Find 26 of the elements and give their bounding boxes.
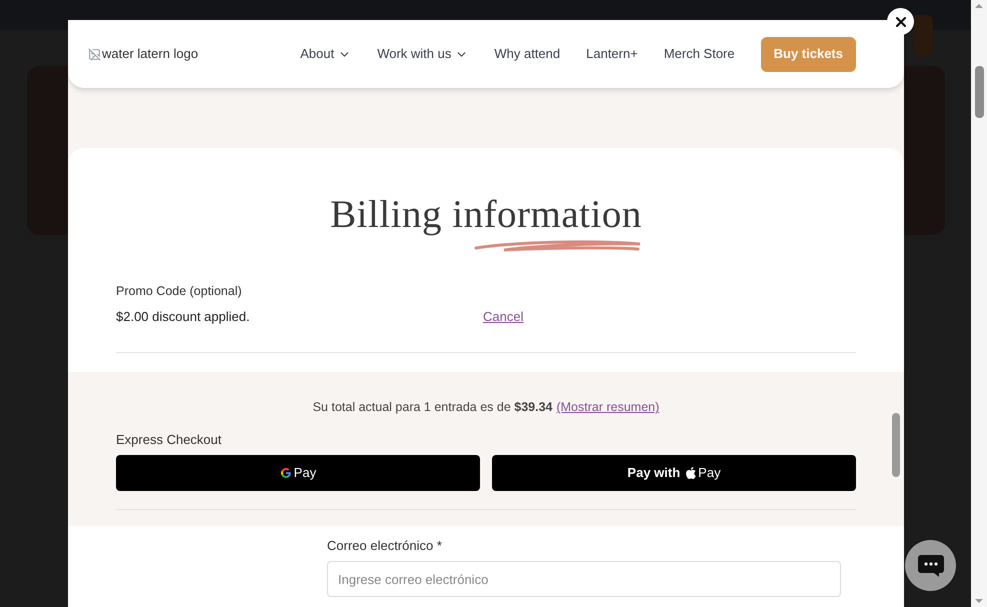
apple-logo-icon	[686, 466, 696, 478]
nav-link[interactable]: About	[300, 44, 352, 64]
nav-link[interactable]: Merch Store	[664, 44, 735, 64]
google-g-icon	[280, 466, 292, 478]
nav-link[interactable]: Why attend	[494, 44, 560, 64]
discount-status: $2.00 discount applied.	[116, 308, 251, 326]
show-summary-link[interactable]: (Mostrar resumen)	[556, 398, 660, 417]
apple-pay-button[interactable]: Pay with Pay	[492, 454, 856, 490]
express-checkout-label: Express Checkout	[116, 431, 222, 449]
google-pay-button[interactable]: Pay	[116, 454, 480, 490]
scroll-down-arrow-icon[interactable]	[975, 599, 983, 603]
email-input-field[interactable]: Ingrese correo electrónico	[327, 561, 841, 597]
nav-link[interactable]: Lantern+	[586, 44, 638, 64]
logo-alt-text: water latern logo	[102, 45, 198, 64]
chat-button[interactable]	[905, 540, 956, 591]
page-scrollbar-thumb[interactable]	[975, 66, 984, 118]
scroll-up-arrow-icon[interactable]	[975, 4, 983, 8]
modal-scrollbar-thumb	[892, 413, 900, 477]
chat-bubble-icon	[916, 554, 944, 578]
total-summary-text: Su total actual para 1 entrada es de $39.34	[312, 399, 552, 416]
cancel-link[interactable]: Cancel	[483, 306, 524, 326]
email-label: Correo electrónico *	[327, 536, 443, 554]
nav-link[interactable]: Work with us	[377, 44, 468, 64]
billing-title: Billing information	[330, 192, 642, 238]
broken-image-icon	[88, 48, 101, 60]
promo-label: Promo Code (optional)	[116, 283, 243, 300]
